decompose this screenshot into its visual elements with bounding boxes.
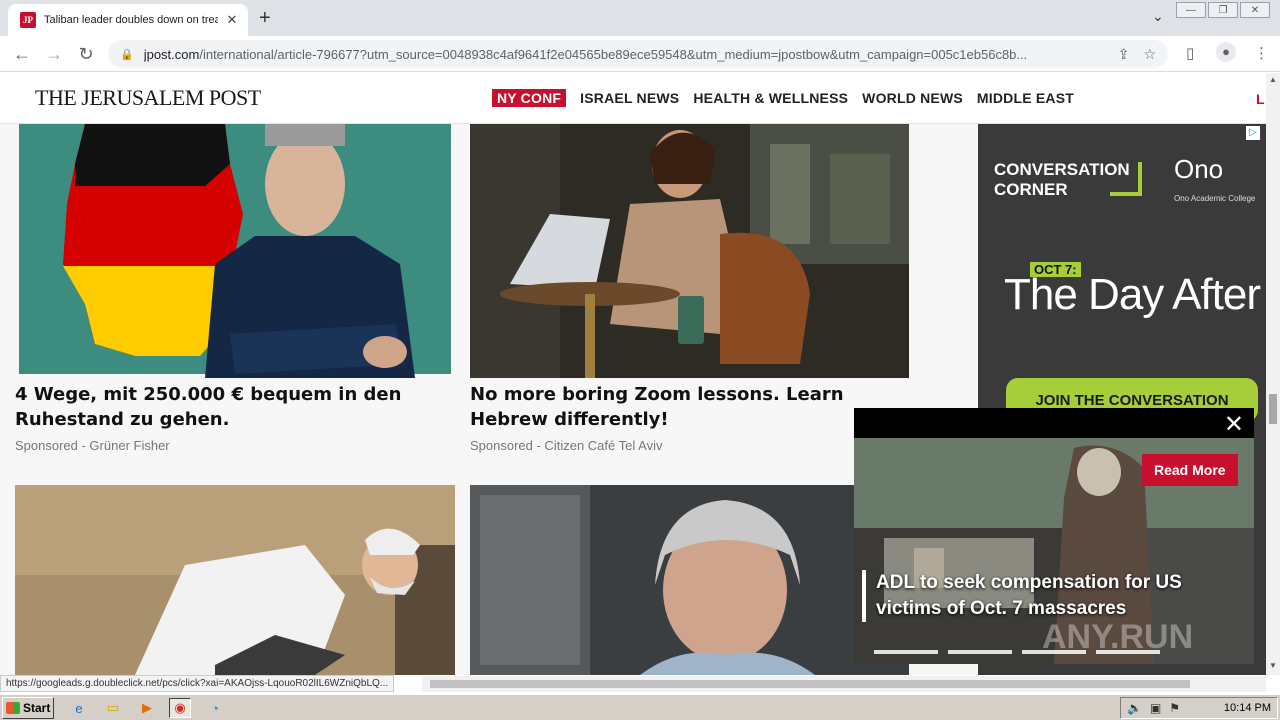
card-image-old-man[interactable] — [15, 485, 455, 675]
card-sponsor[interactable]: Sponsored - Citizen Café Tel Aviv — [470, 438, 909, 453]
browser-tab[interactable]: JP Taliban leader doubles down on treat … — [8, 4, 248, 36]
main-nav: NY CONF ISRAEL NEWS HEALTH & WELLNESS WO… — [492, 89, 1088, 107]
nav-item-truncated[interactable]: L — [1256, 91, 1265, 107]
site-header: THE JERUSALEM POST NY CONF ISRAEL NEWS H… — [0, 73, 1266, 124]
progress-segment — [948, 650, 1012, 654]
side-panel-icon[interactable]: ▯ — [1186, 44, 1194, 62]
reload-button[interactable]: ↻ — [74, 42, 98, 66]
sponsored-card-2[interactable]: No more boring Zoom lessons. Learn Hebre… — [470, 124, 909, 453]
card-image-woman-laptop[interactable] — [470, 124, 909, 378]
popup-close-icon[interactable]: ✕ — [1224, 410, 1244, 439]
start-label: Start — [23, 701, 51, 715]
file-explorer-icon[interactable]: ▭ — [102, 698, 124, 718]
ad-brand-subtitle: Ono Academic College — [1174, 194, 1256, 203]
bookmark-star-icon[interactable]: ☆ — [1143, 46, 1156, 63]
card-headline[interactable]: No more boring Zoom lessons. Learn Hebre… — [470, 382, 909, 432]
progress-segment — [874, 650, 938, 654]
tab-search-chevron-icon[interactable]: ⌄ — [1152, 8, 1164, 25]
site-logo[interactable]: THE JERUSALEM POST — [35, 85, 261, 111]
scroll-down-icon[interactable]: ▼ — [1269, 661, 1277, 670]
scrollbar-thumb[interactable] — [1269, 394, 1277, 424]
card-image-old-woman[interactable] — [470, 485, 909, 675]
sponsored-card-1[interactable]: 4 Wege, mit 250.000 € bequem in den Ruhe… — [15, 124, 455, 453]
restore-button[interactable]: ❐ — [1208, 2, 1238, 18]
forward-button[interactable]: → — [42, 42, 66, 66]
address-bar[interactable]: 🔒 jpost.com/international/article-796677… — [108, 40, 1168, 68]
back-button[interactable]: ← — [10, 42, 34, 66]
internet-explorer-icon[interactable]: e — [68, 698, 90, 718]
nav-item-israel-news[interactable]: ISRAEL NEWS — [580, 90, 679, 106]
windows-taskbar: Start e ▭ ▶ ◉ ◔ 🔈 ▣ ⚑ 10:14 PM — [0, 694, 1280, 720]
video-progress-segments — [874, 650, 1170, 654]
browser-toolbar: ← → ↻ 🔒 jpost.com/international/article-… — [0, 36, 1280, 72]
browser-titlebar: JP Taliban leader doubles down on treat … — [0, 0, 1280, 36]
tab-close-icon[interactable]: ✕ — [224, 12, 240, 28]
media-player-icon[interactable]: ▶ — [136, 698, 158, 718]
window-controls: — ❐ ✕ — [1174, 2, 1270, 18]
card-headline[interactable]: 4 Wege, mit 250.000 € bequem in den Ruhe… — [15, 382, 455, 432]
tab-title: Taliban leader doubles down on treat — [44, 14, 218, 26]
nav-item-world-news[interactable]: WORLD NEWS — [862, 90, 963, 106]
status-bar-url: https://googleads.g.doubleclick.net/pcs/… — [0, 675, 395, 692]
close-window-button[interactable]: ✕ — [1240, 2, 1270, 18]
video-popup[interactable]: ✕ Read More ADL to seek compensation for… — [854, 408, 1254, 664]
edge-icon[interactable]: ◔ — [204, 698, 226, 718]
flag-notification-icon[interactable]: ⚑ — [1169, 701, 1180, 715]
volume-icon[interactable]: 🔈 — [1127, 701, 1142, 715]
old-woman-photo — [470, 485, 909, 675]
new-tab-button[interactable]: + — [259, 7, 271, 30]
card-sponsor[interactable]: Sponsored - Grüner Fisher — [15, 438, 455, 453]
windows-flag-icon — [6, 702, 20, 714]
woman-laptop-photo — [470, 124, 909, 378]
network-icon[interactable]: ▣ — [1150, 701, 1161, 715]
minimize-button[interactable]: — — [1176, 2, 1206, 18]
horizontal-scrollbar[interactable] — [422, 676, 1266, 692]
read-more-button[interactable]: Read More — [1142, 454, 1238, 486]
progress-segment — [1022, 650, 1086, 654]
old-man-illustration — [15, 485, 455, 675]
scroll-up-icon[interactable]: ▲ — [1269, 75, 1277, 84]
start-button[interactable]: Start — [2, 697, 54, 719]
video-caption[interactable]: ADL to seek compensation for US victims … — [862, 570, 1242, 622]
taskbar-clock[interactable]: 10:14 PM — [1224, 702, 1271, 714]
horizontal-scrollbar-thumb[interactable] — [430, 680, 1190, 688]
lock-icon[interactable]: 🔒 — [120, 48, 134, 61]
jpost-favicon-icon: JP — [20, 12, 36, 28]
ad-title: The Day After — [1004, 270, 1261, 319]
url-text[interactable]: jpost.com/international/article-796677?u… — [144, 47, 1104, 62]
germany-map-illustration — [19, 124, 451, 378]
system-tray: 🔈 ▣ ⚑ 10:14 PM — [1120, 697, 1278, 719]
chrome-icon[interactable]: ◉ — [169, 698, 191, 718]
profile-avatar-icon[interactable]: ● — [1216, 42, 1236, 62]
sponsored-card-3[interactable] — [15, 485, 455, 675]
url-domain: jpost.com — [143, 46, 200, 62]
nav-item-health-wellness[interactable]: HEALTH & WELLNESS — [693, 90, 848, 106]
url-path: /international/article-796677?utm_source… — [199, 46, 1028, 62]
ad-brand-logo: Ono — [1174, 154, 1224, 184]
menu-kebab-icon[interactable]: ⋮ — [1254, 44, 1269, 62]
progress-segment — [1096, 650, 1160, 654]
adchoices-icon[interactable]: ▷ — [1246, 126, 1260, 140]
nav-item-middle-east[interactable]: MIDDLE EAST — [977, 90, 1074, 106]
card-image-germany-map[interactable] — [15, 124, 455, 378]
vertical-scrollbar[interactable]: ▲ ▼ — [1266, 73, 1280, 675]
sponsored-card-4[interactable] — [470, 485, 909, 675]
nav-item-ny-conf[interactable]: NY CONF — [492, 89, 567, 107]
share-icon[interactable]: ⇪ — [1118, 46, 1130, 63]
ad-bracket-decoration — [1110, 162, 1142, 196]
